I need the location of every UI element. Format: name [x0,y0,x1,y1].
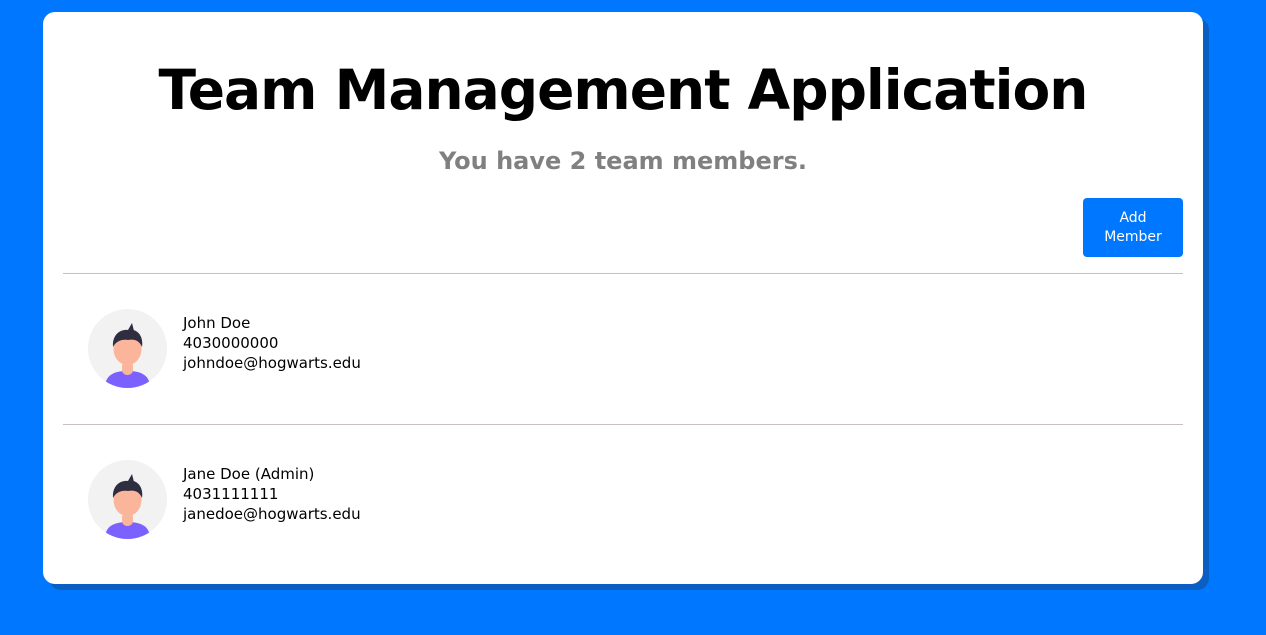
member-name: Jane Doe (Admin) [183,465,315,483]
team-card: Team Management Application You have 2 t… [43,12,1203,584]
member-email: janedoe@hogwarts.edu [183,505,361,523]
member-info: John Doe 4030000000 johndoe@hogwarts.edu [183,313,361,373]
member-info: Jane Doe (Admin) 4031111111 janedoe@hogw… [183,464,361,524]
member-phone: 4031111111 [183,485,279,503]
member-count-text: You have 2 team members. [438,147,807,175]
member-email: johndoe@hogwarts.edu [183,354,361,372]
add-member-button[interactable]: Add Member [1083,198,1183,257]
page-title: Team Management Application [158,58,1089,122]
user-avatar-icon [88,460,167,539]
list-item[interactable]: Jane Doe (Admin) 4031111111 janedoe@hogw… [88,460,1088,540]
divider [63,273,1183,274]
list-item[interactable]: John Doe 4030000000 johndoe@hogwarts.edu [88,309,1088,389]
member-name: John Doe [183,314,251,332]
member-phone: 4030000000 [183,334,279,352]
user-avatar-icon [88,309,167,388]
divider [63,424,1183,425]
